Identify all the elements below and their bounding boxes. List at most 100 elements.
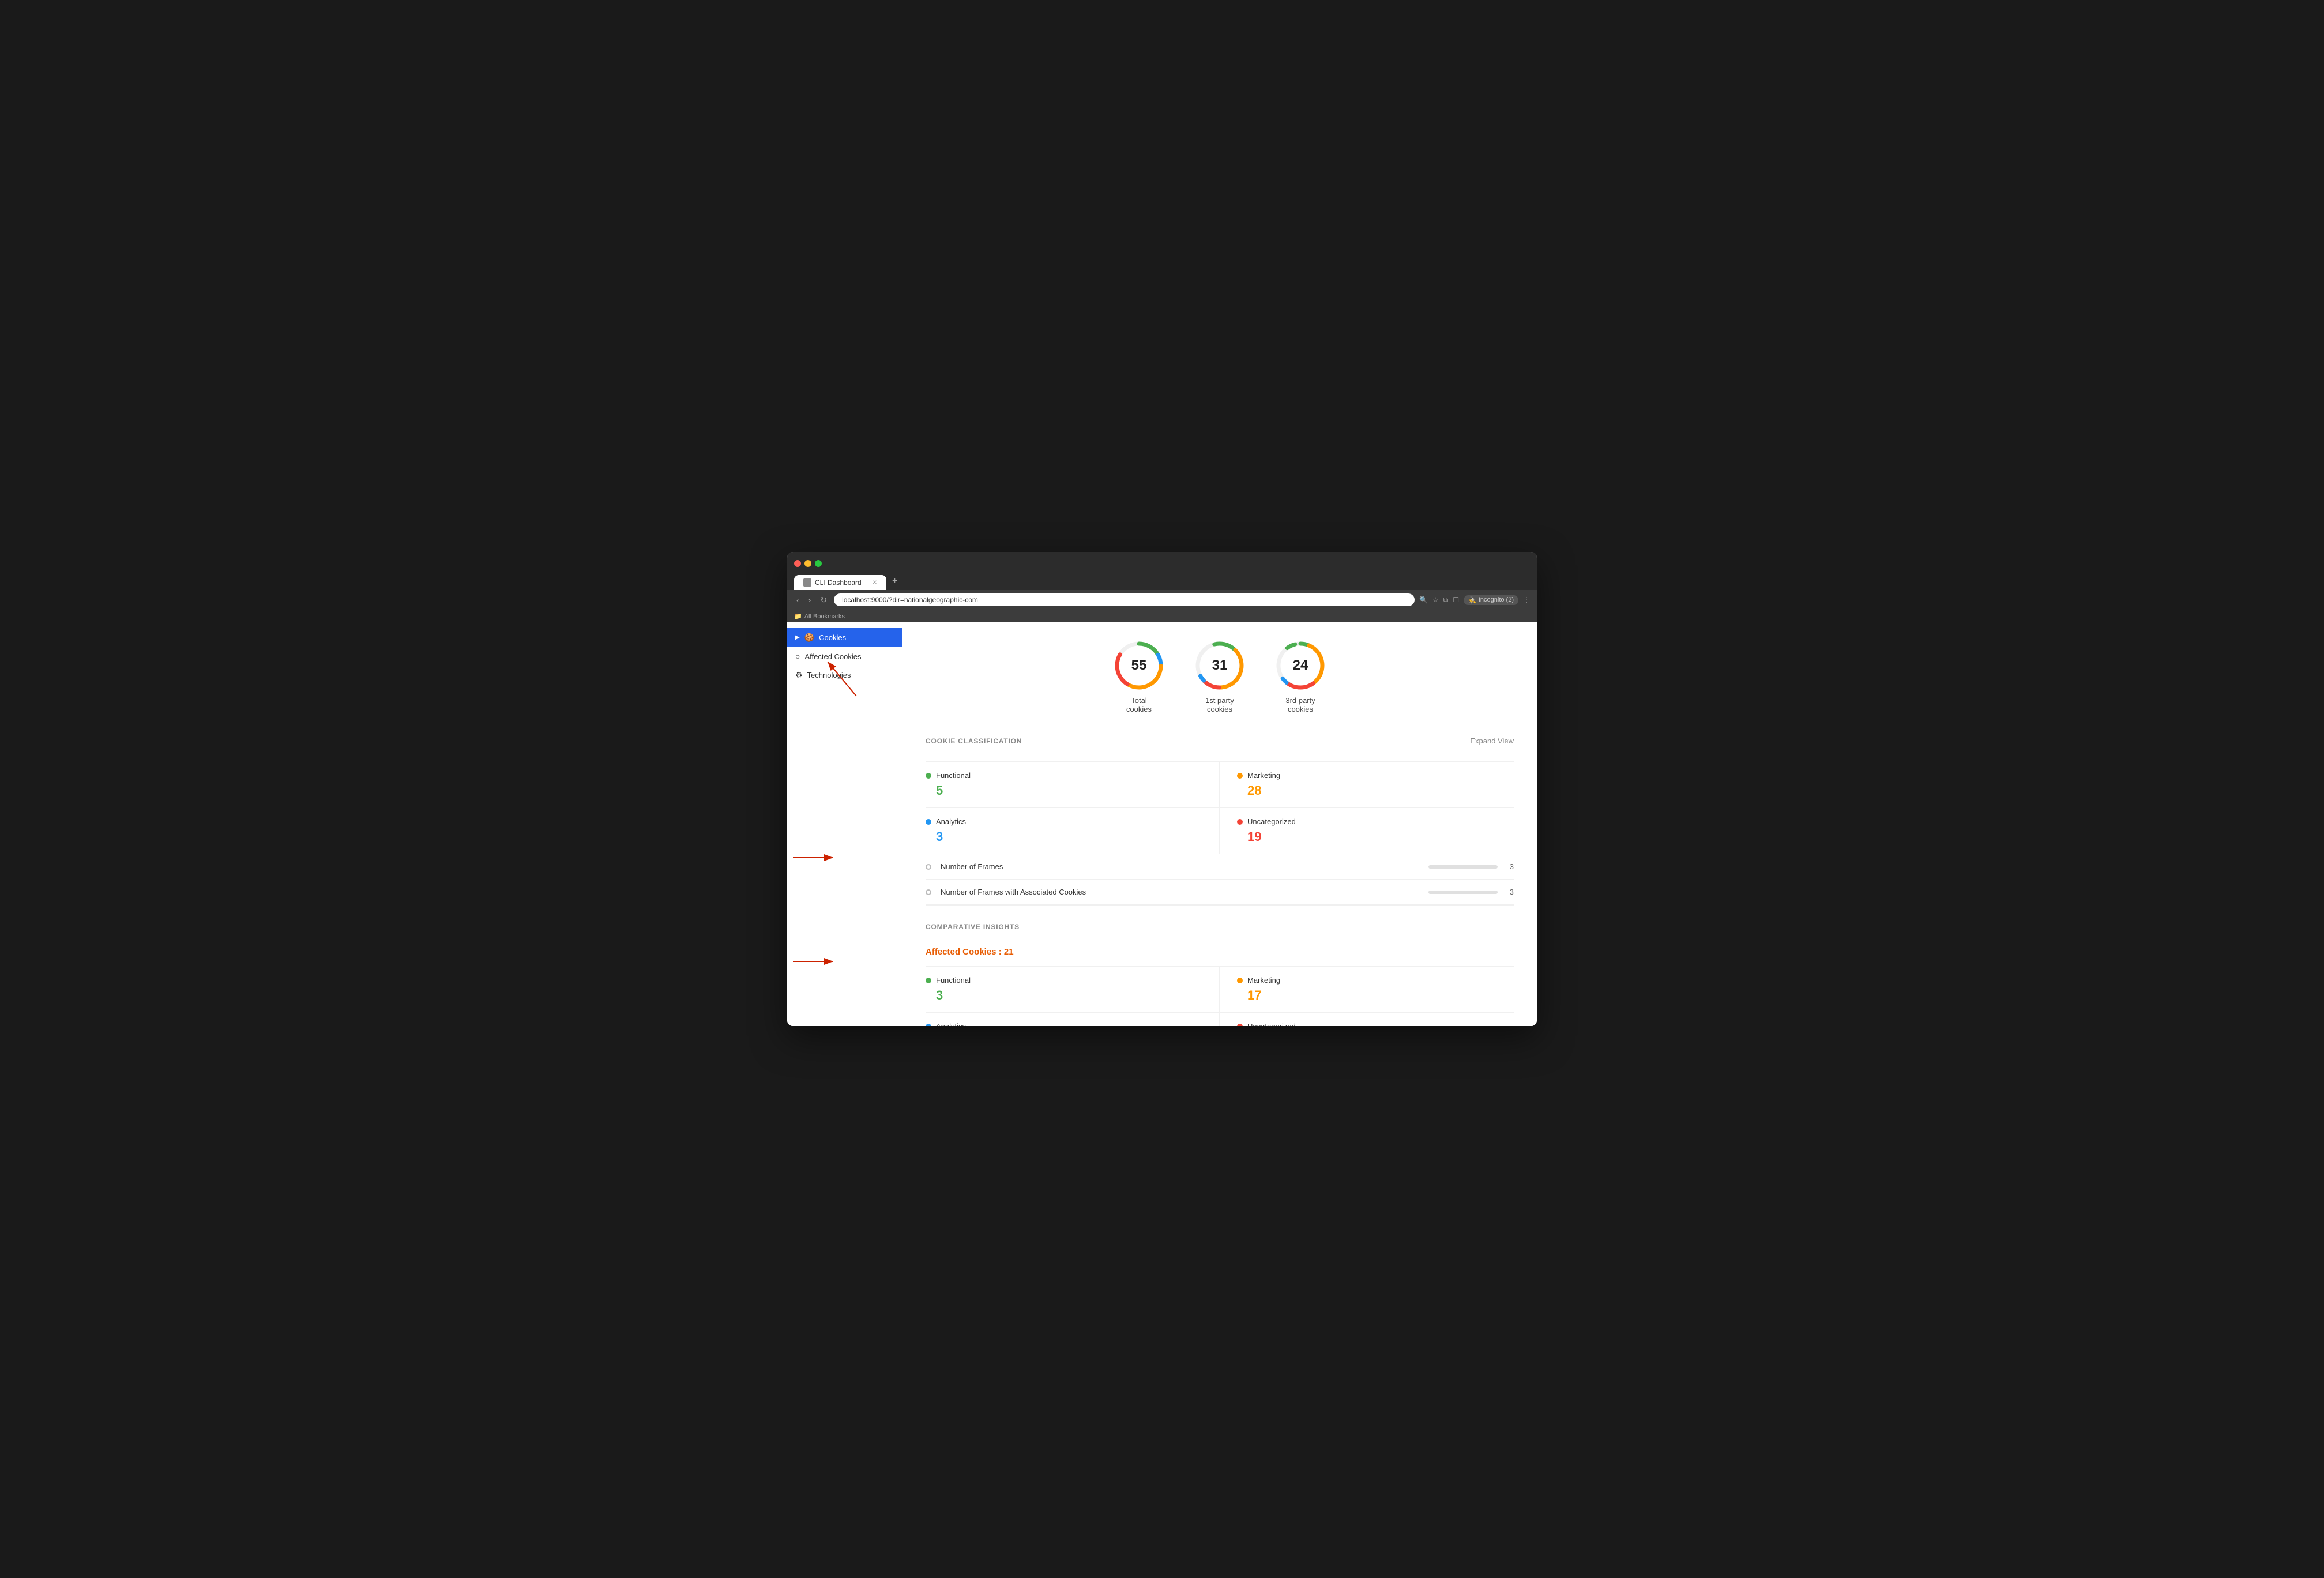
functional-name: Functional (936, 771, 971, 780)
browser-window: CLI Dashboard ✕ + ‹ › ↻ localhost:9000/?… (787, 552, 1537, 1026)
sidebar-item-cookies[interactable]: ▶ 🍪 Cookies (787, 628, 902, 647)
browser-chrome: CLI Dashboard ✕ + (787, 552, 1537, 590)
comparative-title: COMPARATIVE INSIGHTS (926, 923, 1020, 931)
incognito-icon: 🕵 (1468, 596, 1476, 604)
star-icon[interactable]: ☆ (1432, 596, 1439, 604)
comp-analytics-label-row: Analytics (926, 1022, 1202, 1026)
classification-analytics: Analytics 3 (926, 808, 1220, 854)
back-button[interactable]: ‹ (794, 594, 802, 606)
uncategorized-name: Uncategorized (1247, 817, 1296, 826)
main-content: 55 Total cookies (902, 622, 1537, 1026)
technologies-icon: ⚙ (795, 670, 803, 680)
comparative-section-header: COMPARATIVE INSIGHTS (926, 923, 1514, 935)
first-party-circle: 31 (1194, 640, 1246, 692)
comparative-grid: Functional 3 Marketing 17 (926, 966, 1514, 1026)
frames-cookies-label: Number of Frames with Associated Cookies (941, 888, 1424, 896)
maximize-button[interactable] (815, 560, 822, 567)
affected-cookies-icon: ○ (795, 652, 800, 661)
sidebar: ▶ 🍪 Cookies ○ Affected Cookies ⚙ Technol… (787, 622, 902, 1026)
zoom-icon: 🔍 (1419, 596, 1428, 604)
marketing-count: 28 (1237, 783, 1514, 798)
arrow-horizontal-1 (787, 846, 891, 869)
classification-title: COOKIE CLASSIFICATION (926, 737, 1022, 745)
frames-label: Number of Frames (941, 862, 1424, 871)
classification-functional: Functional 5 (926, 762, 1220, 808)
frames-cookies-bar (1428, 891, 1498, 894)
expand-view-button[interactable]: Expand View (1470, 737, 1514, 745)
frames-section: Number of Frames 3 Number of Frames with… (926, 854, 1514, 906)
uncategorized-dot (1237, 819, 1243, 825)
uncategorized-count: 19 (1237, 829, 1514, 844)
marketing-label-row: Marketing (1237, 771, 1514, 780)
extensions-icon[interactable]: ⧉ (1443, 596, 1449, 604)
functional-dot (926, 773, 931, 779)
tab-favicon (803, 578, 811, 587)
analytics-dot (926, 819, 931, 825)
frames-cookies-count: 3 (1502, 888, 1514, 896)
arrow-horizontal-2 (787, 950, 891, 973)
url-text: localhost:9000/?dir=nationalgeographic-c… (842, 596, 978, 604)
bookmarks-label: All Bookmarks (804, 613, 845, 620)
marketing-name: Marketing (1247, 771, 1280, 780)
total-cookies-number: 55 (1131, 658, 1147, 674)
frames-dot (926, 864, 931, 870)
close-button[interactable] (794, 560, 801, 567)
frames-cookies-bar-container (1428, 891, 1498, 894)
comp-functional-name: Functional (936, 976, 971, 985)
url-input[interactable]: localhost:9000/?dir=nationalgeographic-c… (834, 593, 1415, 606)
frames-with-cookies-row: Number of Frames with Associated Cookies… (926, 880, 1514, 905)
total-cookies-label: Total cookies (1126, 696, 1152, 713)
comp-functional-dot (926, 978, 931, 983)
menu-icon[interactable]: ⋮ (1523, 596, 1530, 604)
comp-analytics-dot (926, 1024, 931, 1027)
total-cookies-circle: 55 (1113, 640, 1165, 692)
comp-uncategorized-dot (1237, 1024, 1243, 1027)
frames-bar (1428, 865, 1498, 869)
frames-cookies-dot (926, 889, 931, 895)
third-party-number: 24 (1293, 658, 1308, 674)
bookmarks-folder-icon: 📁 (794, 613, 802, 620)
functional-count: 5 (926, 783, 1202, 798)
comp-marketing-label-row: Marketing (1237, 976, 1514, 985)
minimize-button[interactable] (804, 560, 811, 567)
app-layout: ▶ 🍪 Cookies ○ Affected Cookies ⚙ Technol… (787, 622, 1537, 1026)
stat-first-party-cookies: 31 1st party cookies (1194, 640, 1246, 713)
tab-title: CLI Dashboard (815, 578, 862, 587)
new-tab-button[interactable]: + (886, 573, 903, 590)
num-frames-row: Number of Frames 3 (926, 854, 1514, 880)
comp-marketing-name: Marketing (1247, 976, 1280, 985)
incognito-label: Incognito (2) (1479, 596, 1514, 603)
third-party-label: 3rd party cookies (1285, 696, 1315, 713)
analytics-name: Analytics (936, 817, 966, 826)
comparative-section: COMPARATIVE INSIGHTS Affected Cookies : … (926, 923, 1514, 1026)
stat-total-cookies: 55 Total cookies (1113, 640, 1165, 713)
uncategorized-label-row: Uncategorized (1237, 817, 1514, 826)
classification-marketing: Marketing 28 (1220, 762, 1514, 808)
reload-button[interactable]: ↻ (818, 594, 829, 606)
third-party-circle: 24 (1274, 640, 1326, 692)
affected-cookies-title: Affected Cookies : 21 (926, 947, 1514, 957)
cookies-icon: 🍪 (804, 633, 814, 643)
comp-uncategorized-label-row: Uncategorized (1237, 1022, 1514, 1026)
address-bar: ‹ › ↻ localhost:9000/?dir=nationalgeogra… (787, 590, 1537, 610)
classification-section-header: COOKIE CLASSIFICATION Expand View (926, 737, 1514, 750)
comp-analytics-name: Analytics (936, 1022, 966, 1026)
classification-uncategorized: Uncategorized 19 (1220, 808, 1514, 854)
frames-count: 3 (1502, 862, 1514, 871)
sidebar-label-cookies: Cookies (819, 633, 846, 642)
profile-icon[interactable]: ☐ (1453, 596, 1459, 604)
comp-functional: Functional 3 (926, 967, 1220, 1013)
bookmarks-bar: 📁 All Bookmarks (787, 610, 1537, 622)
tab-close-icon[interactable]: ✕ (873, 580, 877, 586)
comp-functional-count: 3 (926, 988, 1202, 1003)
first-party-label: 1st party cookies (1205, 696, 1234, 713)
active-tab[interactable]: CLI Dashboard ✕ (794, 575, 886, 590)
comp-uncategorized: Uncategorized 1 (1220, 1013, 1514, 1026)
comp-uncategorized-name: Uncategorized (1247, 1022, 1296, 1026)
comp-functional-label-row: Functional (926, 976, 1202, 985)
comp-analytics: Analytics 0 (926, 1013, 1220, 1026)
forward-button[interactable]: › (806, 594, 814, 606)
expand-icon: ▶ (795, 634, 800, 641)
classification-grid: Functional 5 Marketing 28 Anal (926, 761, 1514, 854)
comp-marketing-dot (1237, 978, 1243, 983)
